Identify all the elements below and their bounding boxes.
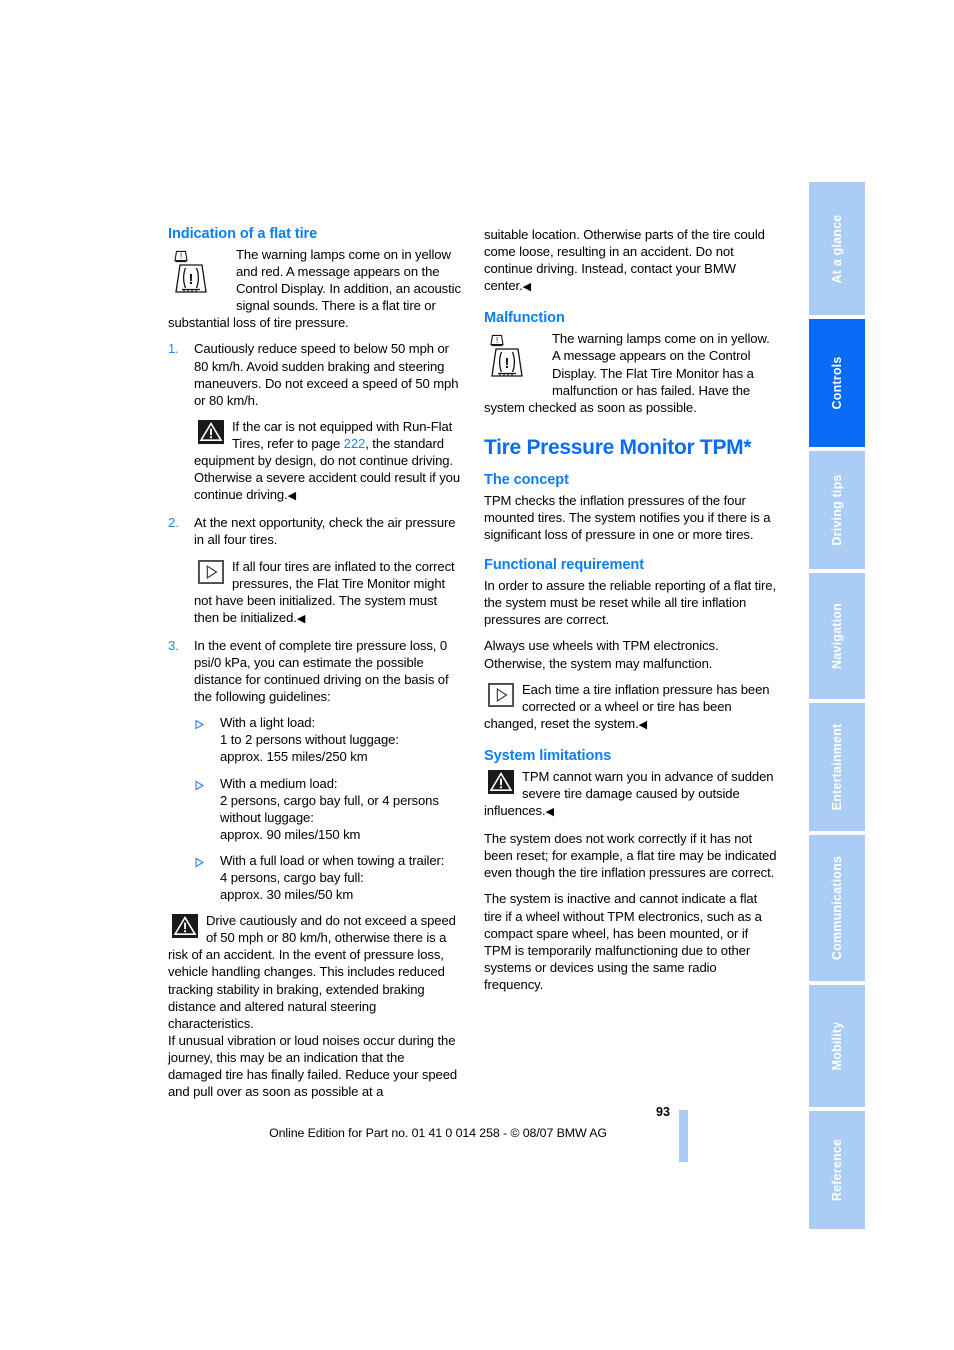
triangle-bullet-icon (194, 717, 205, 730)
system-limitations-warning-body: TPM cannot warn you in advance of sudden… (484, 768, 774, 819)
list-item: With a full load or when towing a traile… (194, 852, 461, 903)
end-mark: ◀ (522, 281, 532, 294)
caution-triangle-icon (198, 419, 224, 449)
section-heading-indication-of-a-flat-tire: Indication of a flat tire (168, 226, 318, 242)
note-arrow-icon (198, 559, 224, 589)
functional-requirement-paragraph-1: In order to assure the reliable reportin… (484, 578, 776, 628)
right-text-column: suitable location. Otherwise parts of th… (484, 226, 777, 1002)
step-2: 2. At the next opportunity, check the ai… (168, 514, 461, 548)
footer-accent-bar (679, 1110, 688, 1162)
manual-page: At a glance Controls Driving tips Navigatio… (0, 0, 954, 1350)
sidebar-tab-entertainment[interactable]: Entertainment (809, 703, 865, 831)
caution-triangle-icon (488, 769, 514, 799)
drive-cautiously-warning-text: Drive cautiously and do not exceed a spe… (168, 913, 456, 1031)
drive-cautiously-warning-continued: If unusual vibration or loud noises occu… (168, 1032, 458, 1100)
sidebar-tab-reference[interactable]: Reference (809, 1111, 865, 1229)
step-3-text: In the event of complete tire pressure l… (194, 637, 449, 705)
initialization-note: If all four tires are inflated to the co… (168, 558, 461, 628)
caution-triangle-icon (172, 914, 198, 943)
section-heading-functional-requirement: Functional requirement (484, 557, 644, 574)
sidebar-tab-label: Reference (830, 1138, 844, 1202)
initialization-note-body: If all four tires are inflated to the co… (194, 558, 455, 625)
reset-system-note-text: Each time a tire inflation pressure has … (484, 681, 777, 734)
sidebar-tab-label: Controls (830, 356, 844, 410)
load-guideline-light: With a light load: 1 to 2 persons withou… (220, 715, 399, 765)
sidebar-tab-label: Driving tips (830, 474, 844, 546)
section-heading-system-limitations: System limitations (484, 747, 612, 764)
load-guideline-medium: With a medium load: 2 persons, cargo bay… (220, 775, 439, 842)
reset-system-note: Each time a tire inflation pressure has … (484, 681, 777, 734)
svg-text:!: ! (505, 355, 510, 372)
runflat-caution-note: If the car is not equipped with Run-Flat… (168, 418, 461, 505)
sidebar-tab-label: Entertainment (830, 723, 844, 811)
page-reference-222[interactable]: 222 (344, 436, 366, 451)
sidebar-tab-driving-tips[interactable]: Driving tips (809, 451, 865, 569)
list-item: With a light load: 1 to 2 persons withou… (194, 714, 461, 765)
tire-pressure-warning-icon: ! ! (172, 248, 228, 301)
malfunction-note: ! ! The warning lamps come on in yellow.… (484, 330, 777, 415)
sidebar-tab-label: Navigation (830, 603, 844, 669)
left-text-column: Indication of a flat tire ! ! The warnin… (168, 226, 461, 1109)
functional-requirement-paragraph-2: Always use wheels with TPM electronics. … (484, 638, 719, 671)
step-2-number: 2. (168, 515, 179, 531)
runflat-caution-text: If the car is not equipped with Run-Flat… (194, 418, 461, 505)
sidebar-tab-label: Mobility (830, 1021, 844, 1071)
step-1-number: 1. (168, 341, 179, 357)
sidebar-tab-at-a-glance[interactable]: At a glance (809, 182, 865, 315)
chapter-tab-rail: At a glance Controls Driving tips Navigatio… (809, 182, 865, 1229)
load-guideline-list: With a light load: 1 to 2 persons withou… (168, 714, 461, 903)
step-1: 1. Cautiously reduce speed to below 50 m… (168, 340, 461, 408)
end-mark: ◀ (287, 490, 297, 503)
step-2-text: At the next opportunity, check the air p… (194, 515, 456, 548)
section-heading-the-concept: The concept (484, 471, 569, 488)
sidebar-tab-label: At a glance (830, 214, 844, 283)
triangle-bullet-icon (194, 855, 205, 868)
sidebar-tab-label: Communications (830, 855, 844, 961)
the-concept-text: TPM checks the inflation pressures of th… (484, 492, 771, 543)
note-arrow-icon (488, 682, 514, 712)
reset-system-note-body: Each time a tire inflation pressure has … (484, 681, 770, 731)
system-limitations-warning: TPM cannot warn you in advance of sudden… (484, 768, 777, 821)
svg-text:!: ! (189, 271, 194, 288)
load-guideline-full: With a full load or when towing a traile… (220, 852, 445, 903)
initialization-note-text: If all four tires are inflated to the co… (194, 558, 461, 628)
section-heading-malfunction: Malfunction (484, 310, 565, 327)
chapter-title-tire-pressure-monitor: Tire Pressure Monitor TPM* (484, 435, 752, 459)
continued-warning-text: suitable location. Otherwise parts of th… (484, 226, 777, 296)
footer-edition-notice: Online Edition for Part no. 01 41 0 014 … (269, 1126, 607, 1140)
page-number: 93 (655, 1105, 670, 1119)
system-limitations-paragraph-1: The system does not work correctly if it… (484, 831, 777, 881)
system-limitations-warning-text: TPM cannot warn you in advance of sudden… (484, 768, 777, 821)
list-item: With a medium load: 2 persons, cargo bay… (194, 775, 461, 843)
sidebar-tab-communications[interactable]: Communications (809, 835, 865, 981)
step-3-number: 3. (168, 637, 179, 653)
step-1-text: Cautiously reduce speed to below 50 mph … (194, 341, 459, 408)
end-mark: ◀ (638, 718, 648, 731)
tire-pressure-warning-icon: ! ! (488, 332, 544, 385)
triangle-bullet-icon (194, 778, 205, 790)
flat-tire-indication-note: ! ! The warning lamps come on in yellow … (168, 246, 461, 331)
svg-text:!: ! (496, 335, 498, 345)
end-mark: ◀ (545, 806, 554, 819)
drive-cautiously-warning: Drive cautiously and do not exceed a spe… (168, 912, 461, 1100)
system-limitations-paragraph-2: The system is inactive and cannot indica… (484, 891, 762, 992)
step-3: 3. In the event of complete tire pressur… (168, 637, 461, 705)
sidebar-tab-navigation[interactable]: Navigation (809, 573, 865, 699)
end-mark: ◀ (296, 612, 306, 625)
sidebar-tab-mobility[interactable]: Mobility (809, 985, 865, 1107)
svg-text:!: ! (180, 251, 182, 261)
sidebar-tab-controls[interactable]: Controls (809, 319, 865, 447)
